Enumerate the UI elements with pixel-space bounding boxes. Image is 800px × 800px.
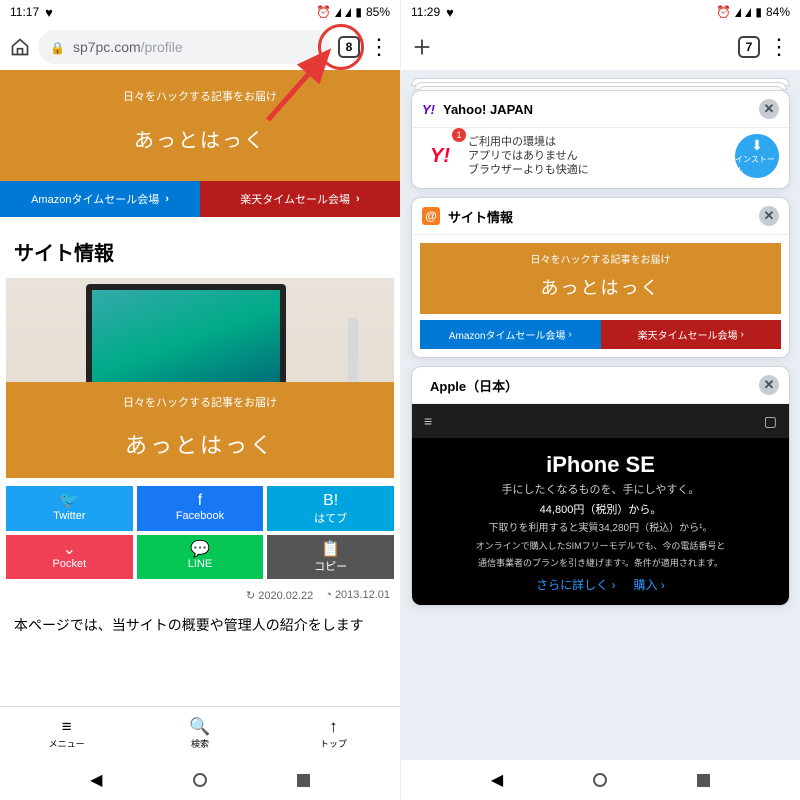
- battery-icon: ▮: [755, 5, 762, 19]
- wifi-icon: [735, 8, 741, 17]
- url-path: /profile: [141, 39, 183, 55]
- menu-icon: ≡: [62, 718, 72, 735]
- new-tab-button[interactable]: [411, 36, 433, 58]
- body-text: 本ページでは、当サイトの概要や管理人の紹介をします: [0, 604, 400, 646]
- share-twitter[interactable]: 🐦Twitter: [6, 486, 133, 531]
- rakuten-sale-button[interactable]: 楽天タイムセール会場: [200, 181, 400, 217]
- article-dates: 2020.02.22 2013.12.01: [0, 587, 400, 604]
- signal-icon: [345, 8, 351, 17]
- line-icon: 💬: [137, 541, 264, 559]
- home-icon[interactable]: [10, 37, 30, 57]
- alarm-icon: [316, 5, 331, 19]
- sysnav-recent-icon[interactable]: [697, 774, 710, 787]
- sysnav-back-icon[interactable]: ◀: [90, 770, 102, 790]
- share-line[interactable]: 💬LINE: [137, 535, 264, 580]
- tab-card-yahoo[interactable]: Y! Yahoo! JAPAN ✕ Y! 1 ご利用中の環境は アプリではありま…: [411, 90, 790, 189]
- hamburger-icon[interactable]: ≡: [424, 413, 432, 429]
- sysnav-home-icon[interactable]: [193, 773, 207, 787]
- overflow-menu-icon[interactable]: [768, 36, 790, 59]
- overflow-menu-icon[interactable]: [368, 36, 390, 59]
- photo-sub: 日々をハックする記事をお届け: [6, 394, 394, 410]
- tab-close-button[interactable]: ✕: [759, 99, 779, 119]
- notification-badge: 1: [452, 128, 466, 142]
- left-phone: 11:17 ▮ 85% sp7pc.com/profile 8 日々をハ: [0, 0, 400, 800]
- status-time: 11:17: [10, 5, 39, 19]
- twitter-icon: 🐦: [6, 492, 133, 510]
- wifi-icon: [335, 8, 341, 17]
- apple-link-learnmore[interactable]: さらに詳しく: [536, 576, 615, 593]
- right-phone: 11:29 ▮ 84% 7 Y! Y: [400, 0, 800, 800]
- tabswitcher-toolbar: 7: [401, 24, 800, 70]
- tabs-area[interactable]: Y! Yahoo! JAPAN ✕ Y! 1 ご利用中の環境は アプリではありま…: [401, 70, 800, 760]
- sysnav-home-icon[interactable]: [593, 773, 607, 787]
- search-icon: 🔍: [189, 718, 210, 735]
- share-facebook[interactable]: fFacebook: [137, 486, 264, 531]
- apple-link-buy[interactable]: 購入: [634, 576, 665, 593]
- battery-icon: ▮: [355, 5, 362, 19]
- share-pocket[interactable]: ⌄Pocket: [6, 535, 133, 580]
- amazon-sale-button[interactable]: Amazonタイムセール会場: [0, 181, 200, 217]
- heart-icon: [446, 5, 454, 20]
- status-bar: 11:29 ▮ 84%: [401, 0, 800, 24]
- section-title: サイト情報: [0, 217, 400, 278]
- bottom-nav-search[interactable]: 🔍検索: [133, 707, 266, 760]
- facebook-icon: f: [137, 492, 264, 510]
- hatena-icon: B!: [267, 492, 394, 510]
- bottom-nav-top[interactable]: ↑トップ: [267, 707, 400, 760]
- status-time: 11:29: [411, 5, 440, 19]
- apple-hero: iPhone SE 手にしたくなるものを、手にしやすく。 44,800円（税別）…: [412, 438, 789, 605]
- bottom-nav-menu[interactable]: ≡メニュー: [0, 707, 133, 760]
- share-copy[interactable]: 📋コピー: [267, 535, 394, 580]
- heart-icon: [45, 5, 53, 20]
- sysnav-recent-icon[interactable]: [297, 774, 310, 787]
- lock-icon: [50, 39, 65, 55]
- tab-switcher-button[interactable]: 7: [738, 36, 760, 58]
- signal-icon: [745, 8, 751, 17]
- sysnav-back-icon[interactable]: ◀: [491, 770, 503, 790]
- yahoo-favicon-icon: Y!: [422, 102, 435, 117]
- date-created: 2013.12.01: [325, 589, 390, 602]
- tab-count: 7: [746, 40, 753, 54]
- system-nav: ◀: [0, 760, 400, 800]
- annotation-circle: [318, 24, 364, 70]
- sp7pc-favicon-icon: @: [422, 207, 440, 225]
- apple-nav: ≡ ▢: [412, 404, 789, 438]
- top-icon: ↑: [329, 718, 338, 735]
- sale-row: Amazonタイムセール会場 楽天タイムセール会場: [0, 181, 400, 217]
- system-nav: ◀: [401, 760, 800, 800]
- rakuten-sale-button[interactable]: 楽天タイムセール会場: [601, 320, 782, 349]
- date-updated: 2020.02.22: [246, 589, 313, 602]
- install-button[interactable]: インストール: [735, 134, 779, 178]
- page-content: 日々をハックする記事をお届け あっとはっく Amazonタイムセール会場 楽天タ…: [0, 70, 400, 706]
- tab-close-button[interactable]: ✕: [759, 375, 779, 395]
- tab-card-apple[interactable]: Apple（日本） ✕ ≡ ▢ iPhone SE 手にしたくなるものを、手にし…: [411, 366, 790, 606]
- alarm-icon: [716, 5, 731, 19]
- featured-image: 日々をハックする記事をお届け あっとはっく: [6, 278, 394, 478]
- bag-icon[interactable]: ▢: [764, 413, 777, 430]
- tab-title: サイト情報: [448, 207, 513, 226]
- yahoo-logo-icon: Y!: [422, 138, 458, 174]
- photo-title: あっとはっく: [6, 428, 394, 460]
- amazon-sale-button[interactable]: Amazonタイムセール会場: [420, 320, 601, 349]
- battery-pct: 85%: [366, 5, 390, 19]
- tab-card-sp7pc[interactable]: @ サイト情報 ✕ 日々をハックする記事をお届け あっとはっく Amazonタイ…: [411, 197, 790, 358]
- tab-title: Yahoo! JAPAN: [443, 102, 533, 117]
- status-bar: 11:17 ▮ 85%: [0, 0, 400, 24]
- url-host: sp7pc.com: [73, 39, 141, 55]
- pocket-icon: ⌄: [6, 541, 133, 559]
- battery-pct: 84%: [766, 5, 790, 19]
- bottom-nav: ≡メニュー 🔍検索 ↑トップ: [0, 706, 400, 760]
- tab-close-button[interactable]: ✕: [759, 206, 779, 226]
- share-hatena[interactable]: B!はてブ: [267, 486, 394, 531]
- tab-title: Apple（日本）: [430, 376, 518, 395]
- copy-icon: 📋: [267, 541, 394, 559]
- share-grid: 🐦Twitter fFacebook B!はてブ ⌄Pocket 💬LINE 📋…: [6, 486, 394, 579]
